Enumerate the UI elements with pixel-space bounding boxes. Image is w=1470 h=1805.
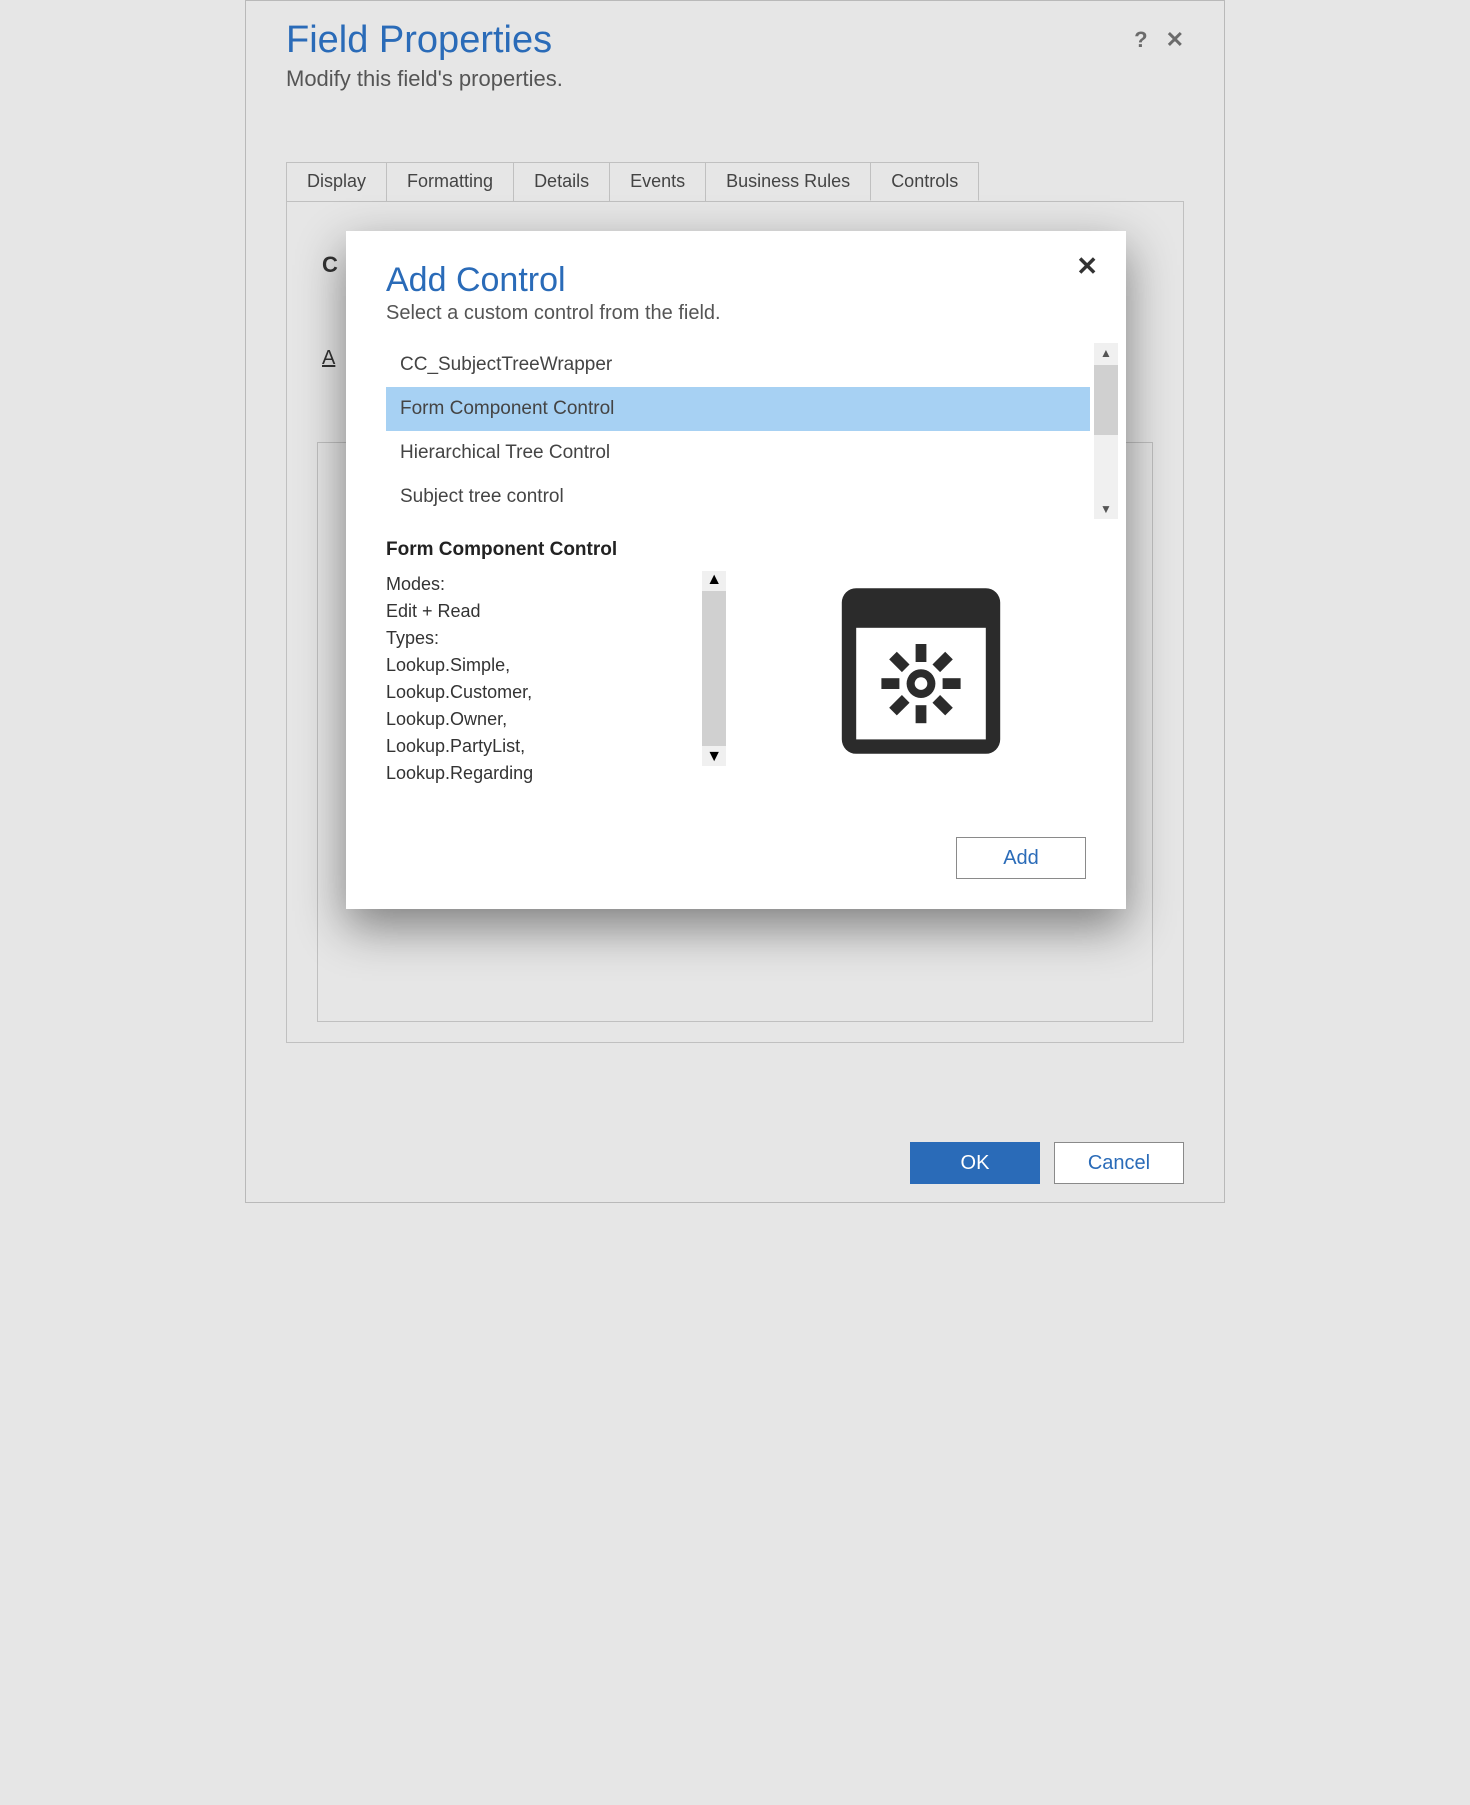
scroll-down-icon[interactable]: ▼ (706, 748, 722, 766)
tab-controls[interactable]: Controls (870, 162, 979, 201)
gear-window-icon (831, 571, 1011, 771)
list-scrollbar[interactable]: ▲ ▼ (1094, 343, 1118, 519)
modes-label: Modes: (386, 571, 496, 598)
tab-events[interactable]: Events (609, 162, 706, 201)
tab-business-rules[interactable]: Business Rules (705, 162, 871, 201)
help-icon[interactable]: ? (1134, 29, 1147, 51)
tab-strip: Display Formatting Details Events Busine… (286, 162, 1184, 201)
field-properties-dialog: Field Properties ? ✕ Modify this field's… (245, 0, 1225, 1203)
control-preview (756, 571, 1086, 787)
dialog-footer: OK Cancel (910, 1142, 1184, 1184)
scroll-thumb[interactable] (702, 591, 726, 746)
control-list-item[interactable]: Form Component Control (386, 387, 1090, 431)
scroll-up-icon[interactable]: ▲ (1100, 343, 1112, 363)
close-icon[interactable]: ✕ (1166, 29, 1184, 51)
tab-formatting[interactable]: Formatting (386, 162, 514, 201)
modes-value: Edit + Read (386, 598, 586, 625)
control-list-item[interactable]: CC_SubjectTreeWrapper (386, 343, 1090, 387)
scroll-thumb[interactable] (1094, 365, 1118, 435)
control-list-item[interactable]: Hierarchical Tree Control (386, 431, 1090, 475)
add-button[interactable]: Add (956, 837, 1086, 879)
dialog-subtitle: Modify this field's properties. (286, 66, 1184, 92)
control-detail-table: Modes: Edit + Read Types: Lookup.Simple,… (386, 571, 696, 787)
obscured-heading: C (322, 252, 338, 278)
modal-close-icon[interactable]: ✕ (1076, 253, 1098, 279)
cancel-button[interactable]: Cancel (1054, 1142, 1184, 1184)
detail-scrollbar[interactable]: ▲ ▼ (702, 571, 726, 766)
modal-title: Add Control (346, 261, 1126, 300)
add-control-modal: ✕ Add Control Select a custom control fr… (346, 231, 1126, 909)
tab-display[interactable]: Display (286, 162, 387, 201)
tab-details[interactable]: Details (513, 162, 610, 201)
scroll-up-icon[interactable]: ▲ (706, 571, 722, 589)
dialog-title: Field Properties (286, 19, 1134, 62)
ok-button[interactable]: OK (910, 1142, 1040, 1184)
selected-control-name: Form Component Control (346, 519, 1126, 571)
modal-subtitle: Select a custom control from the field. (346, 300, 1126, 343)
control-list-item[interactable]: Subject tree control (386, 475, 1090, 519)
types-value: Lookup.Simple, Lookup.Customer, Lookup.O… (386, 652, 586, 787)
dialog-header: Field Properties ? ✕ Modify this field's… (246, 1, 1224, 92)
types-label: Types: (386, 625, 496, 652)
control-list: CC_SubjectTreeWrapper Form Component Con… (386, 343, 1090, 519)
obscured-link[interactable]: A (322, 347, 335, 370)
scroll-down-icon[interactable]: ▼ (1100, 499, 1112, 519)
